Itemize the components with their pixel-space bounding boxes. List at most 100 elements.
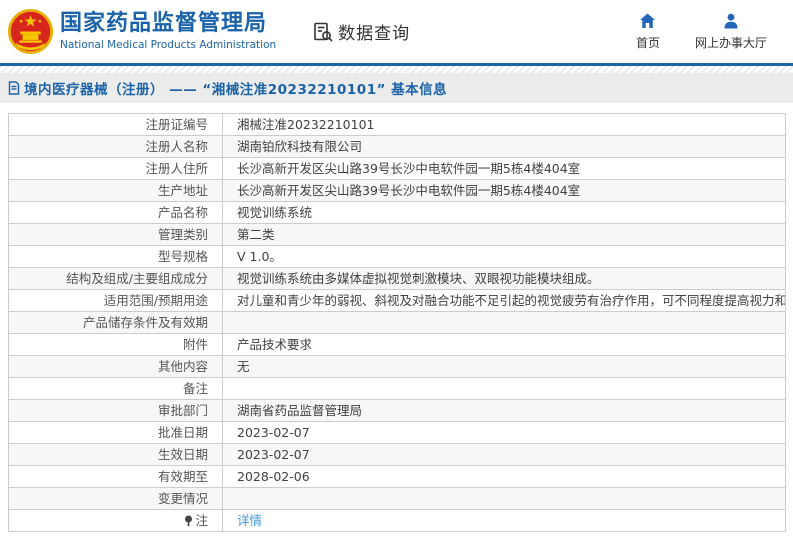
row-label-text: 其他内容	[157, 358, 208, 374]
row-value: 无	[222, 355, 786, 378]
row-label-text: 适用范围/预期用途	[103, 292, 208, 308]
row-value	[222, 377, 786, 400]
breadcrumb: 境内医疗器械（注册） —— “湘械注准20232210101” 基本信息	[0, 73, 793, 103]
row-label: 有效期至	[8, 465, 223, 488]
row-label-text: 型号规格	[157, 248, 208, 264]
row-label-text: 管理类别	[157, 226, 208, 242]
row-label-text: 注册证编号	[145, 116, 208, 132]
row-value: 详情	[222, 509, 786, 532]
national-emblem-icon	[8, 9, 53, 54]
user-icon	[724, 13, 738, 28]
table-row: 注册人住所 长沙高新开发区尖山路39号长沙中电软件园一期5栋4楼404室	[8, 157, 786, 180]
row-label: 备注	[8, 377, 223, 400]
row-value	[222, 487, 786, 510]
data-query-label: 数据查询	[338, 24, 411, 44]
row-label: 产品储存条件及有效期	[8, 311, 223, 334]
note-pin-icon	[185, 515, 193, 526]
row-label: 注	[8, 509, 223, 532]
row-label-text: 注	[195, 512, 208, 528]
row-value: 湖南铂欣科技有限公司	[222, 135, 786, 158]
nav-item-label: 首页	[635, 35, 660, 50]
row-label: 审批部门	[8, 399, 223, 422]
row-label: 生效日期	[8, 443, 223, 466]
row-label-text: 备注	[182, 380, 208, 396]
brand-title: 国家药品监督管理局	[60, 10, 268, 36]
table-row: 注册人名称 湖南铂欣科技有限公司	[8, 135, 786, 158]
row-label: 批准日期	[8, 421, 223, 444]
nav-item-home[interactable]: 首页	[631, 13, 665, 51]
registration-info-table: 注册证编号 湘械注准20232210101 注册人名称 湖南铂欣科技有限公司 注册人住所…	[8, 113, 786, 532]
row-label: 变更情况	[8, 487, 223, 510]
row-label-text: 变更情况	[157, 490, 208, 506]
row-label-text: 注册人住所	[145, 160, 208, 176]
row-value: 2028-02-06	[222, 465, 786, 488]
row-value: 视觉训练系统	[222, 201, 786, 224]
table-row: 型号规格 V 1.0。	[8, 245, 786, 268]
table-row: 生效日期 2023-02-07	[8, 443, 786, 466]
table-row: 备注	[8, 377, 786, 400]
table-row: 批准日期 2023-02-07	[8, 421, 786, 444]
table-row: 变更情况	[8, 487, 786, 510]
row-label: 附件	[8, 333, 223, 356]
nav-item-service-hall[interactable]: 网上办事大厅	[695, 13, 767, 51]
row-label-text: 审批部门	[157, 402, 208, 418]
row-value: 对儿童和青少年的弱视、斜视及对融合功能不足引起的视觉疲劳有治疗作用，可不同程度提…	[222, 289, 786, 312]
nav-item-label: 网上办事大厅	[694, 35, 767, 50]
table-row: 适用范围/预期用途 对儿童和青少年的弱视、斜视及对融合功能不足引起的视觉疲劳有治疗…	[8, 289, 786, 312]
row-label-text: 生产地址	[157, 182, 208, 198]
table-row: 有效期至 2028-02-06	[8, 465, 786, 488]
table-row: 产品名称 视觉训练系统	[8, 201, 786, 224]
table-row: 生产地址 长沙高新开发区尖山路39号长沙中电软件园一期5栋4楼404室	[8, 179, 786, 202]
row-value	[222, 311, 786, 334]
brand-text: 国家药品监督管理局 National Medical Products Admi…	[60, 10, 277, 52]
row-label: 注册证编号	[8, 113, 223, 136]
table-row: 审批部门 湖南省药品监督管理局	[8, 399, 786, 422]
top-bar: 国家药品监督管理局 National Medical Products Admi…	[0, 0, 793, 63]
row-label: 产品名称	[8, 201, 223, 224]
row-label-text: 批准日期	[157, 424, 208, 440]
table-row: 注册证编号 湘械注准20232210101	[8, 113, 786, 136]
brand-subtitle: National Medical Products Administration	[60, 39, 277, 52]
document-search-icon	[314, 22, 333, 42]
home-icon	[640, 13, 656, 28]
table-row: 附件 产品技术要求	[8, 333, 786, 356]
row-label: 生产地址	[8, 179, 223, 202]
row-label: 结构及组成/主要组成成分	[8, 267, 223, 290]
row-label: 型号规格	[8, 245, 223, 268]
row-label: 管理类别	[8, 223, 223, 246]
row-label-text: 注册人名称	[145, 138, 208, 154]
row-label: 其他内容	[8, 355, 223, 378]
row-value: 湖南省药品监督管理局	[222, 399, 786, 422]
table-row: 结构及组成/主要组成成分 视觉训练系统由多媒体虚拟视觉刺激模块、双眼视功能模块组成…	[8, 267, 786, 290]
document-icon	[8, 81, 20, 95]
data-query-button[interactable]: 数据查询	[312, 19, 410, 44]
row-label-text: 结构及组成/主要组成成分	[66, 270, 208, 286]
info-table-body: 注册证编号 湘械注准20232210101 注册人名称 湖南铂欣科技有限公司 注册人住所…	[8, 113, 786, 532]
row-value: 2023-02-07	[222, 421, 786, 444]
details-link[interactable]: 详情	[237, 513, 262, 528]
row-value: 长沙高新开发区尖山路39号长沙中电软件园一期5栋4楼404室	[222, 157, 786, 180]
row-label-text: 附件	[182, 336, 208, 352]
hatched-strip	[0, 66, 793, 73]
row-label-text: 有效期至	[157, 468, 208, 484]
row-label: 注册人名称	[8, 135, 223, 158]
page-title: 境内医疗器械（注册） —— “湘械注准20232210101” 基本信息	[24, 82, 448, 98]
table-row: 其他内容无	[8, 355, 786, 378]
row-label-text: 生效日期	[157, 446, 208, 462]
row-value: 长沙高新开发区尖山路39号长沙中电软件园一期5栋4楼404室	[222, 179, 786, 202]
row-value: 湘械注准20232210101	[222, 113, 786, 136]
brand-logo[interactable]: 国家药品监督管理局 National Medical Products Admi…	[8, 9, 276, 54]
row-value: 视觉训练系统由多媒体虚拟视觉刺激模块、双眼视功能模块组成。	[222, 267, 786, 290]
row-value: V 1.0。	[222, 245, 786, 268]
row-label: 注册人住所	[8, 157, 223, 180]
row-value: 第二类	[222, 223, 786, 246]
row-value: 产品技术要求	[222, 333, 786, 356]
table-row: 注 详情	[8, 509, 786, 532]
row-label: 适用范围/预期用途	[8, 289, 223, 312]
header-nav: 首页 网上办事大厅	[631, 13, 767, 51]
row-value: 2023-02-07	[222, 443, 786, 466]
row-label-text: 产品名称	[157, 204, 208, 220]
table-row: 产品储存条件及有效期	[8, 311, 786, 334]
row-label-text: 产品储存条件及有效期	[82, 314, 208, 330]
table-row: 管理类别 第二类	[8, 223, 786, 246]
